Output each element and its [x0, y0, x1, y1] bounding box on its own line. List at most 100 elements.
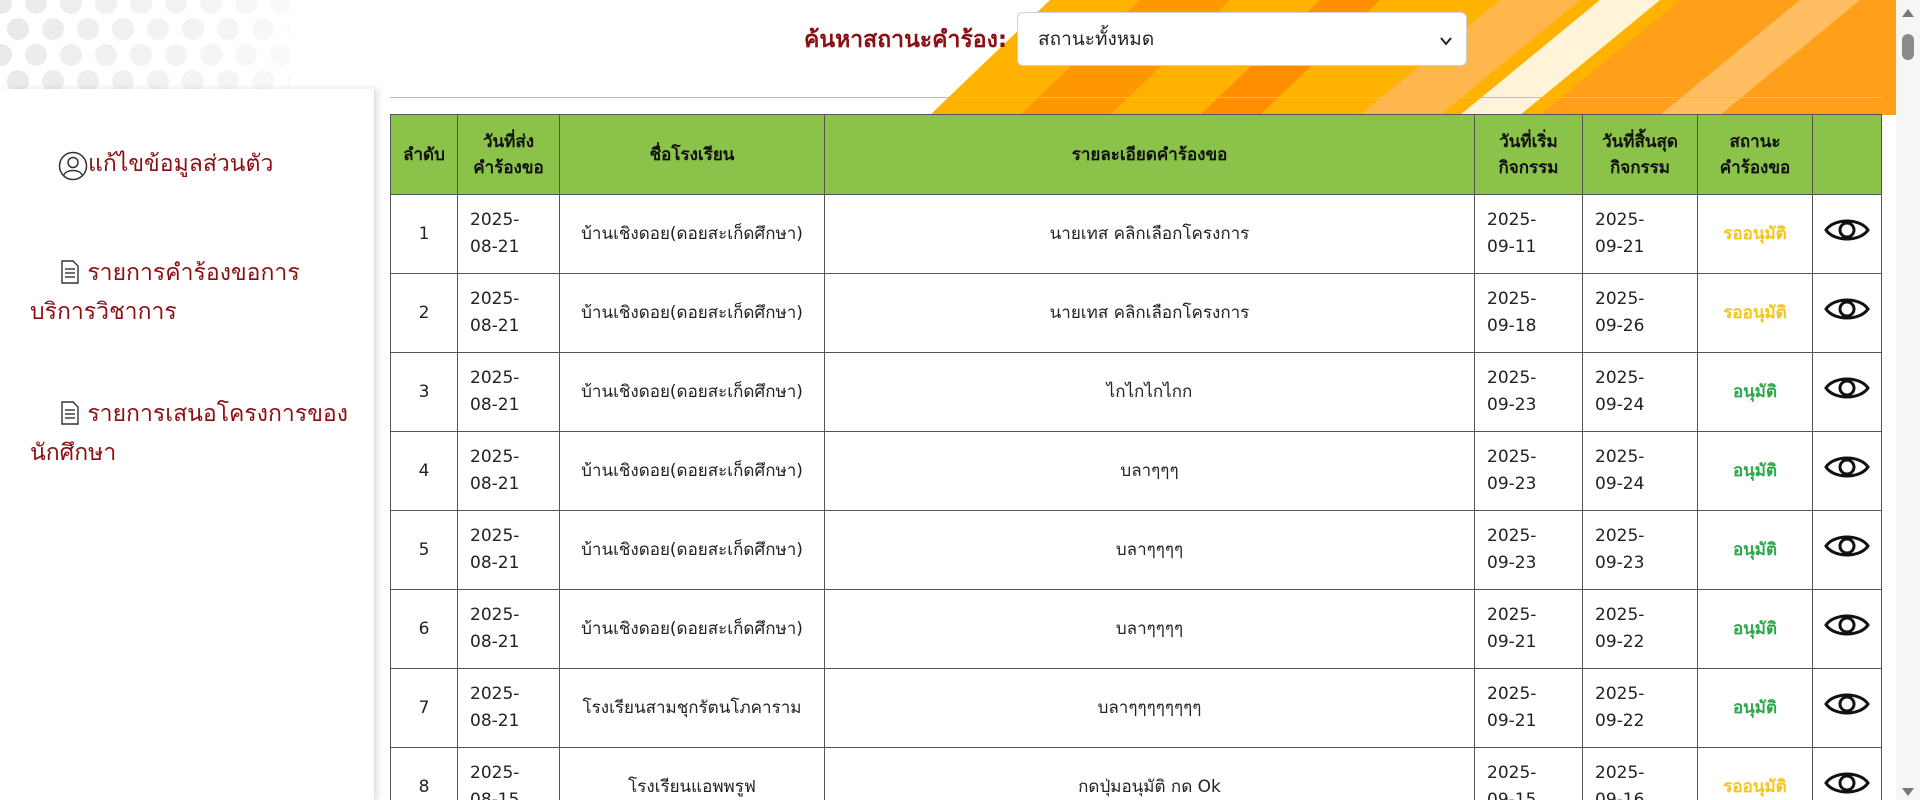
status-filter-value: สถานะทั้งหมด: [1038, 28, 1155, 50]
table-row: 8 2025- 08-15 โรงเรียนแอพพรูฟ กดปุ่มอนุมัติ …: [390, 747, 1882, 800]
background-dot: [0, 0, 12, 14]
status-filter-select[interactable]: สถานะทั้งหมด: [1017, 12, 1467, 66]
background-dot: [200, 44, 222, 66]
background-dot: [77, 18, 99, 40]
cell-school: บ้านเชิงดอย(ดอยสะเก็ดศึกษา): [559, 352, 825, 432]
cell-no: 4: [390, 431, 458, 511]
background-dot: [95, 44, 117, 66]
scrollbar-thumb[interactable]: [1902, 34, 1914, 60]
cell-sent-date: 2025- 08-21: [457, 431, 560, 511]
eye-icon[interactable]: [1824, 294, 1870, 333]
cell-action: [1812, 589, 1882, 669]
column-header-end: วันที่สิ้นสุด กิจกรรม: [1582, 114, 1698, 195]
cell-detail: บลาๆๆๆๆ: [824, 589, 1475, 669]
column-header-start: วันที่เริ่ม กิจกรรม: [1474, 114, 1583, 195]
column-header-school: ชื่อโรงเรียน: [559, 114, 825, 195]
eye-icon[interactable]: [1824, 610, 1870, 649]
cell-end-date: 2025- 09-21: [1582, 194, 1698, 274]
sidebar-item-service-requests[interactable]: รายการคำร้องขอการบริการวิชาการ: [30, 256, 350, 330]
sidebar-item-label: แก้ไขข้อมูลส่วนตัว: [88, 151, 274, 177]
background-dot: [165, 44, 187, 66]
eye-icon[interactable]: [1824, 689, 1870, 728]
eye-icon[interactable]: [1824, 452, 1870, 491]
cell-school: โรงเรียนสามชุกรัตนโภคาราม: [559, 668, 825, 748]
cell-no: 5: [390, 510, 458, 590]
status-badge: รออนุมัติ: [1697, 747, 1813, 800]
cell-no: 2: [390, 273, 458, 353]
table-row: 3 2025- 08-21 บ้านเชิงดอย(ดอยสะเก็ดศึกษา) ไก…: [390, 352, 1882, 432]
chevron-down-icon: [1438, 32, 1454, 54]
table-row: 4 2025- 08-21 บ้านเชิงดอย(ดอยสะเก็ดศึกษา) บล…: [390, 431, 1882, 511]
vertical-scrollbar[interactable]: [1896, 0, 1920, 800]
request-table: ลำดับ วันที่ส่ง คำร้องขอ ชื่อโรงเรียน ราย…: [390, 114, 1882, 800]
table-header-row: ลำดับ วันที่ส่ง คำร้องขอ ชื่อโรงเรียน ราย…: [390, 114, 1882, 195]
status-badge: อนุมัติ: [1697, 431, 1813, 511]
cell-sent-date: 2025- 08-15: [457, 747, 560, 800]
scroll-down-arrow-icon[interactable]: [1902, 782, 1914, 800]
background-dot: [165, 0, 187, 14]
cell-action: [1812, 352, 1882, 432]
cell-sent-date: 2025- 08-21: [457, 668, 560, 748]
cell-no: 8: [390, 747, 458, 800]
cell-sent-date: 2025- 08-21: [457, 352, 560, 432]
background-dot: [25, 44, 47, 66]
column-header-sent-date: วันที่ส่ง คำร้องขอ: [457, 114, 560, 195]
eye-icon[interactable]: [1824, 215, 1870, 254]
background-dot: [217, 18, 239, 40]
background-dot: [42, 18, 64, 40]
background-dot: [287, 18, 290, 40]
cell-school: บ้านเชิงดอย(ดอยสะเก็ดศึกษา): [559, 431, 825, 511]
cell-start-date: 2025- 09-18: [1474, 273, 1583, 353]
table-row: 7 2025- 08-21 โรงเรียนสามชุกรัตนโภคาราม บลาๆ…: [390, 668, 1882, 748]
cell-action: [1812, 431, 1882, 511]
cell-start-date: 2025- 09-23: [1474, 352, 1583, 432]
cell-detail: กดปุ่มอนุมัติ กด Ok: [824, 747, 1475, 800]
column-header-status: สถานะ คำร้องขอ: [1697, 114, 1813, 195]
cell-school: บ้านเชิงดอย(ดอยสะเก็ดศึกษา): [559, 194, 825, 274]
table-row: 1 2025- 08-21 บ้านเชิงดอย(ดอยสะเก็ดศึกษา) นา…: [390, 194, 1882, 274]
cell-end-date: 2025- 09-26: [1582, 273, 1698, 353]
background-dot: [0, 44, 12, 66]
cell-no: 7: [390, 668, 458, 748]
background-dot-pattern: [0, 0, 290, 100]
header-text: วันที่สิ้นสุด กิจกรรม: [1602, 131, 1678, 178]
status-badge: อนุมัติ: [1697, 510, 1813, 590]
sidebar-item-edit-profile[interactable]: แก้ไขข้อมูลส่วนตัว: [58, 147, 378, 192]
cell-action: [1812, 510, 1882, 590]
status-search-label: ค้นหาสถานะคำร้อง:: [804, 27, 1008, 53]
cell-start-date: 2025- 09-21: [1474, 589, 1583, 669]
cell-school: บ้านเชิงดอย(ดอยสะเก็ดศึกษา): [559, 589, 825, 669]
user-circle-icon: [58, 151, 88, 192]
cell-start-date: 2025- 09-15: [1474, 747, 1583, 800]
page: แก้ไขข้อมูลส่วนตัว รายการคำร้องขอการบริก…: [0, 0, 1920, 800]
table-row: 6 2025- 08-21 บ้านเชิงดอย(ดอยสะเก็ดศึกษา) บล…: [390, 589, 1882, 669]
eye-icon[interactable]: [1824, 531, 1870, 570]
cell-start-date: 2025- 09-11: [1474, 194, 1583, 274]
background-dot: [252, 18, 274, 40]
scroll-up-arrow-icon[interactable]: [1902, 3, 1914, 22]
background-dot: [235, 44, 257, 66]
cell-sent-date: 2025- 08-21: [457, 510, 560, 590]
cell-sent-date: 2025- 08-21: [457, 589, 560, 669]
background-dot: [112, 18, 134, 40]
eye-icon[interactable]: [1824, 768, 1870, 800]
cell-detail: บลาๆๆๆๆๆๆๆๆ: [824, 668, 1475, 748]
cell-end-date: 2025- 09-16: [1582, 747, 1698, 800]
table-row: 2 2025- 08-21 บ้านเชิงดอย(ดอยสะเก็ดศึกษา) นา…: [390, 273, 1882, 353]
cell-action: [1812, 194, 1882, 274]
background-dot: [25, 0, 47, 14]
status-badge: อนุมัติ: [1697, 589, 1813, 669]
eye-icon[interactable]: [1824, 373, 1870, 412]
background-dot: [130, 44, 152, 66]
document-list-icon: [60, 260, 80, 295]
cell-school: บ้านเชิงดอย(ดอยสะเก็ดศึกษา): [559, 510, 825, 590]
sidebar-item-student-proposals[interactable]: รายการเสนอโครงการของนักศึกษา: [30, 397, 350, 471]
cell-no: 6: [390, 589, 458, 669]
cell-end-date: 2025- 09-22: [1582, 589, 1698, 669]
background-dot: [147, 18, 169, 40]
cell-detail: บลาๆๆๆ: [824, 431, 1475, 511]
cell-action: [1812, 747, 1882, 800]
cell-sent-date: 2025- 08-21: [457, 273, 560, 353]
cell-detail: นายเทส คลิกเลือกโครงการ: [824, 194, 1475, 274]
cell-start-date: 2025- 09-21: [1474, 668, 1583, 748]
